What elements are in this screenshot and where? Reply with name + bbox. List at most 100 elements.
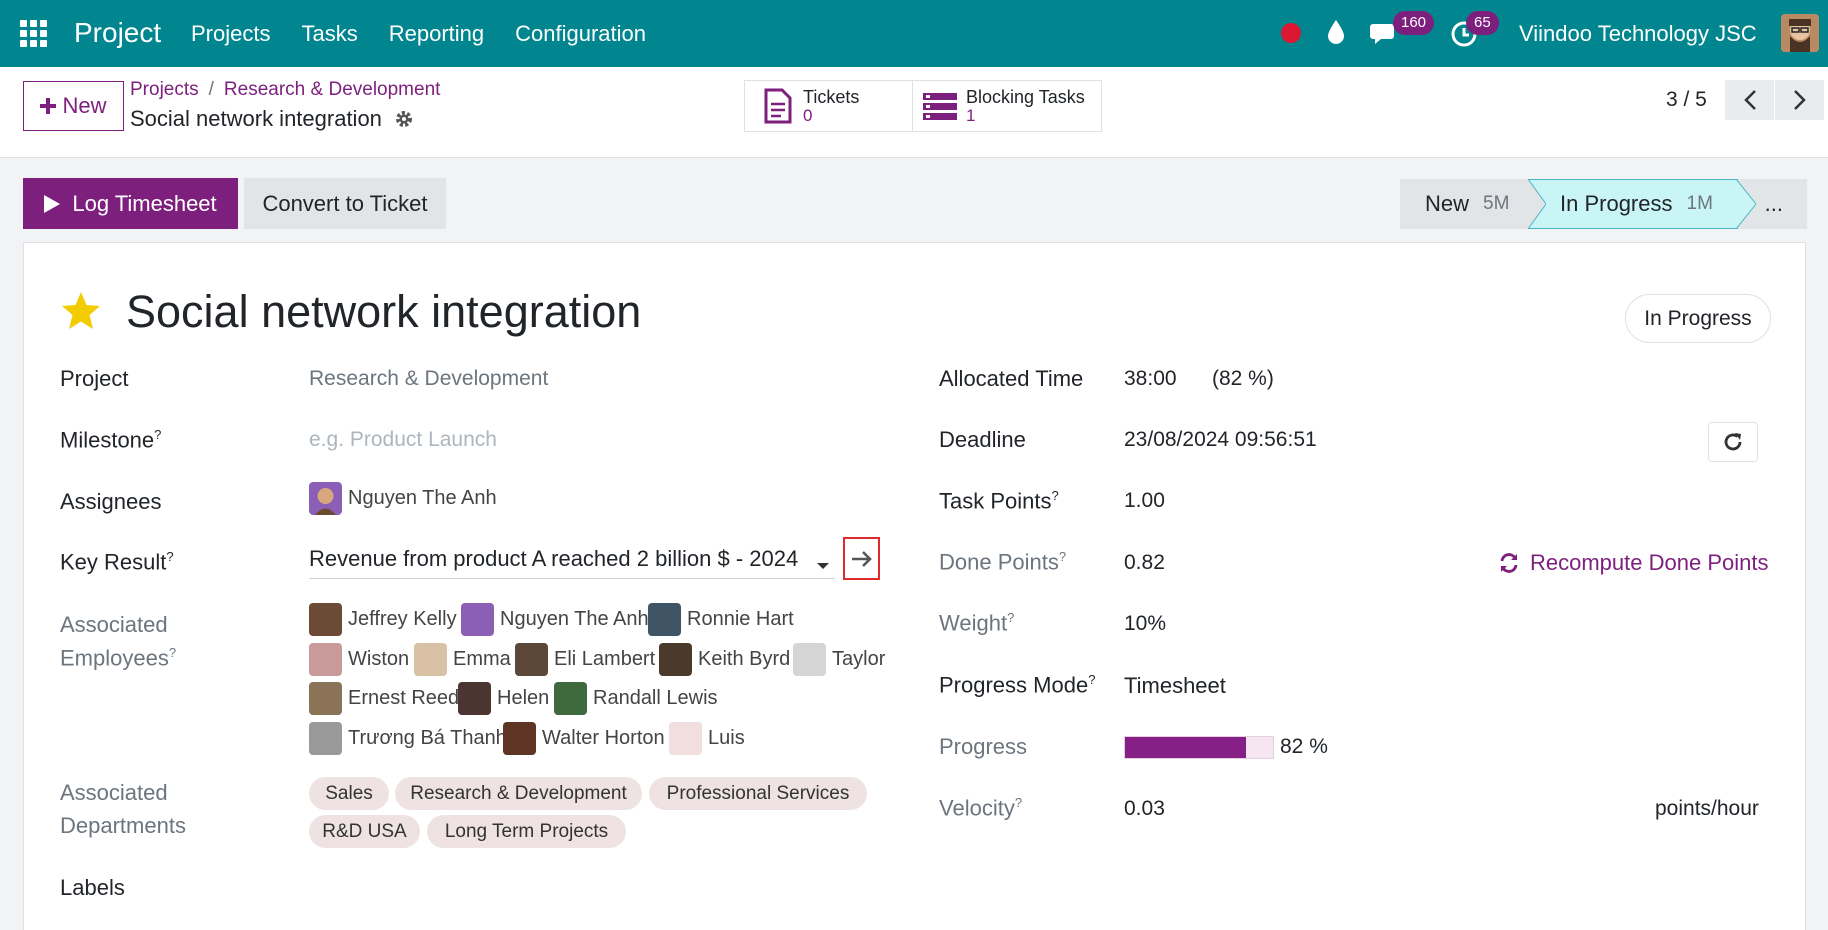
assignee-tag[interactable]: Nguyen The Anh — [309, 482, 497, 515]
department-tag[interactable]: Professional Services — [649, 777, 867, 810]
employee-tag[interactable]: Wiston — [309, 643, 409, 676]
gear-icon[interactable] — [394, 109, 414, 129]
control-panel: New Projects / Research & Development Soci… — [0, 67, 1828, 158]
open-key-result-button[interactable] — [843, 537, 880, 580]
employee-tag[interactable]: Emma — [414, 643, 511, 676]
avatar — [309, 482, 342, 515]
project-label: Project — [60, 366, 129, 391]
avatar — [309, 643, 342, 676]
employee-name: Helen — [497, 687, 550, 709]
progress-value: 82 % — [1280, 735, 1328, 758]
weight-value: 10% — [1124, 612, 1167, 635]
blocking-tasks-smart-button[interactable]: Blocking Tasks 1 — [912, 80, 1102, 132]
department-tag[interactable]: Research & Development — [395, 777, 642, 810]
velocity-unit: points/hour — [1655, 797, 1759, 820]
progress-bar — [1124, 736, 1274, 759]
main-menu: Projects Tasks Reporting Configuration — [191, 21, 646, 47]
associated-employees-label-1: Associated — [60, 612, 168, 637]
task-state-badge[interactable]: In Progress — [1625, 294, 1771, 343]
progress-mode-field[interactable]: Timesheet — [1124, 673, 1226, 699]
breadcrumb-project[interactable]: Research & Development — [224, 79, 441, 100]
employee-tag[interactable]: Randall Lewis — [554, 682, 718, 715]
pager-value[interactable]: 3 / 5 — [1666, 88, 1707, 112]
arrow-right-icon — [851, 550, 872, 567]
employee-tag[interactable]: Taylor — [793, 643, 885, 676]
task-points-label: Task Points? — [939, 488, 1059, 514]
menu-configuration[interactable]: Configuration — [515, 21, 646, 47]
top-navbar: Project Projects Tasks Reporting Configu… — [0, 0, 1828, 67]
star-icon[interactable] — [60, 290, 102, 332]
employee-name: Walter Horton — [542, 727, 665, 749]
employee-tag[interactable]: Trương Bá Thanh — [309, 722, 507, 755]
employee-tag[interactable]: Eli Lambert — [515, 643, 655, 676]
employee-name: Randall Lewis — [593, 687, 718, 709]
employee-tag[interactable]: Helen — [458, 682, 549, 715]
chevron-right-icon — [1793, 90, 1806, 110]
allocated-time-percent: (82 %) — [1212, 367, 1274, 390]
department-tag[interactable]: Sales — [309, 777, 389, 810]
breadcrumb: Projects / Research & Development — [130, 79, 441, 100]
app-brand[interactable]: Project — [74, 17, 161, 49]
play-icon — [44, 194, 61, 213]
avatar — [309, 722, 342, 755]
employee-name: Taylor — [832, 648, 886, 670]
department-tag[interactable]: Long Term Projects — [427, 815, 626, 848]
avatar — [648, 603, 681, 636]
employee-tag[interactable]: Walter Horton — [503, 722, 665, 755]
stage-new[interactable]: New 5M — [1400, 179, 1528, 229]
avatar — [669, 722, 702, 755]
refresh-deadline-button[interactable] — [1708, 422, 1758, 462]
record-name: Social network integration — [130, 106, 382, 131]
avatar — [793, 643, 826, 676]
pager-previous-button[interactable] — [1725, 80, 1774, 120]
record-icon[interactable] — [1281, 23, 1301, 43]
app-menu-icon[interactable] — [20, 20, 47, 47]
associated-departments-label-2: Departments — [60, 813, 186, 838]
employee-tag[interactable]: Nguyen The Anh — [461, 603, 649, 636]
menu-reporting[interactable]: Reporting — [389, 21, 484, 47]
stage-in-progress[interactable]: In Progress 1M — [1528, 179, 1738, 229]
employee-tag[interactable]: Ronnie Hart — [648, 603, 794, 636]
menu-tasks[interactable]: Tasks — [301, 21, 357, 47]
chevron-down-icon[interactable] — [817, 563, 829, 569]
employee-name: Jeffrey Kelly — [348, 608, 457, 630]
employee-name: Trương Bá Thanh — [348, 727, 507, 749]
employee-tag[interactable]: Keith Byrd — [659, 643, 790, 676]
department-tag[interactable]: R&D USA — [309, 815, 420, 848]
task-title[interactable]: Social network integration — [126, 286, 641, 338]
blocking-tasks-label: Blocking Tasks — [966, 87, 1085, 107]
company-switcher[interactable]: Viindoo Technology JSC — [1519, 21, 1757, 47]
pager-next-button[interactable] — [1775, 80, 1824, 120]
recompute-done-points-button[interactable]: Recompute Done Points — [1498, 550, 1768, 576]
key-result-label: Key Result? — [60, 549, 174, 575]
allocated-time-value[interactable]: 38:00 — [1124, 367, 1177, 391]
refresh-icon — [1500, 553, 1518, 573]
progress-mode-label: Progress Mode? — [939, 672, 1096, 698]
avatar — [309, 682, 342, 715]
milestone-label: Milestone? — [60, 427, 162, 453]
form-sheet — [23, 242, 1806, 930]
stage-new-duration: 5M — [1483, 193, 1510, 214]
employee-tag[interactable]: Ernest Reed — [309, 682, 459, 715]
stage-new-name: New — [1425, 191, 1470, 216]
deadline-field[interactable]: 23/08/2024 09:56:51 — [1124, 428, 1317, 452]
employee-tag[interactable]: Luis — [669, 722, 745, 755]
tickets-count: 0 — [803, 106, 813, 125]
activity-count-badge: 65 — [1466, 11, 1499, 35]
convert-to-ticket-button[interactable]: Convert to Ticket — [244, 178, 446, 229]
milestone-field[interactable]: e.g. Product Launch — [309, 428, 497, 452]
menu-projects[interactable]: Projects — [191, 21, 270, 47]
project-field[interactable]: Research & Development — [309, 367, 548, 391]
new-button[interactable]: New — [23, 81, 124, 131]
key-result-field[interactable]: Revenue from product A reached 2 billion… — [309, 546, 835, 579]
log-timesheet-button[interactable]: Log Timesheet — [23, 178, 238, 229]
associated-departments-label-1: Associated — [60, 780, 168, 805]
allocated-time-label: Allocated Time — [939, 366, 1084, 391]
tickets-smart-button[interactable]: Tickets 0 — [744, 80, 913, 132]
stage-separator-icon — [1528, 179, 1546, 229]
breadcrumb-projects[interactable]: Projects — [130, 79, 199, 100]
employee-tag[interactable]: Jeffrey Kelly — [309, 603, 457, 636]
task-points-field[interactable]: 1.00 — [1124, 489, 1165, 513]
user-avatar[interactable] — [1781, 14, 1819, 52]
water-drop-icon[interactable] — [1325, 18, 1347, 46]
